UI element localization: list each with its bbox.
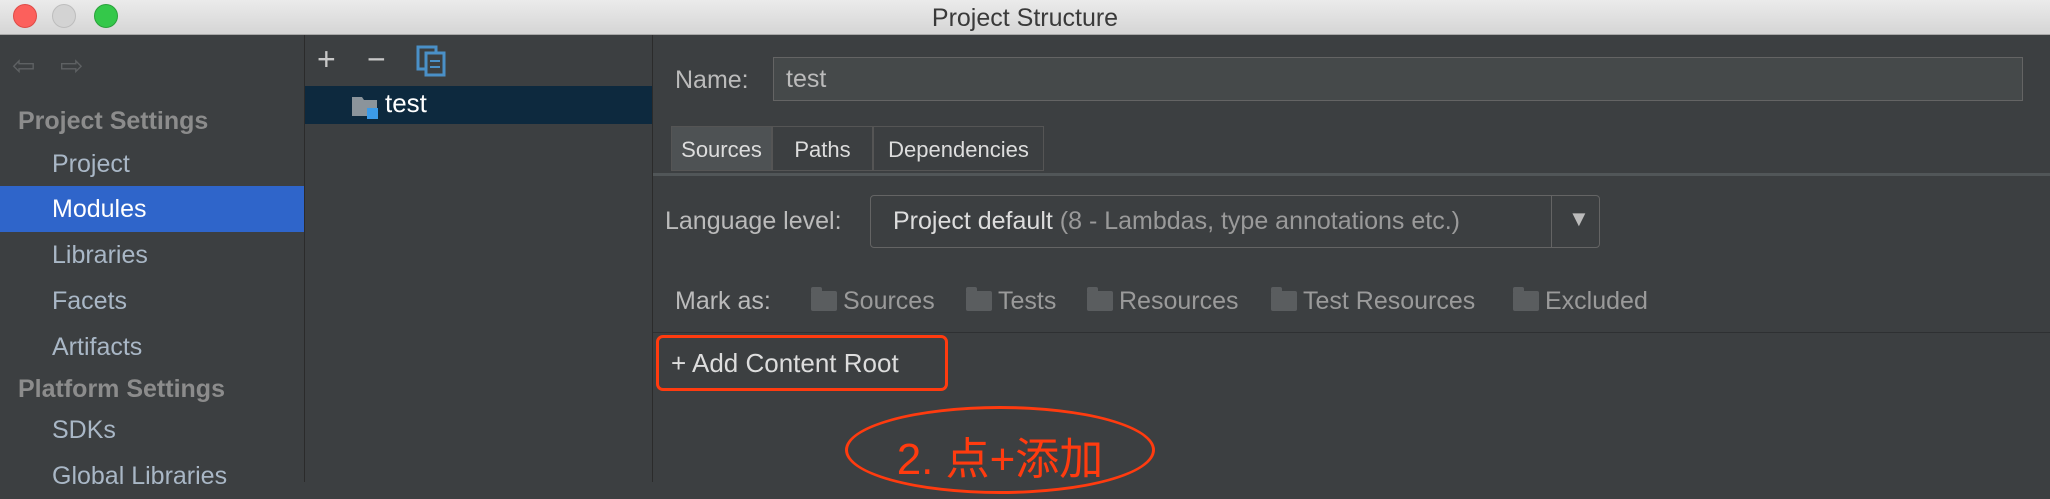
- copy-module-icon[interactable]: [415, 45, 447, 85]
- language-level-select[interactable]: Project default (8 - Lambdas, type annot…: [870, 195, 1600, 248]
- folder-icon: [1513, 287, 1539, 311]
- language-level-label: Language level:: [665, 207, 842, 235]
- module-tree-panel: + − test: [305, 35, 653, 482]
- name-label: Name:: [675, 66, 749, 94]
- module-name: test: [385, 88, 427, 118]
- sidebar-item-libraries[interactable]: Libraries: [0, 232, 304, 278]
- mark-as-excluded-button[interactable]: Excluded: [1513, 287, 1648, 316]
- mark-as-resources-button[interactable]: Resources: [1087, 287, 1239, 316]
- mark-as-tests-button[interactable]: Tests: [966, 287, 1056, 316]
- forward-arrow-icon[interactable]: ⇨: [60, 49, 83, 82]
- title-bar: Project Structure: [0, 0, 2050, 35]
- mark-as-sources-label: Sources: [843, 287, 935, 315]
- annotation-text: 2. 点+添加: [896, 435, 1104, 484]
- folder-icon: [1271, 287, 1297, 311]
- sidebar-item-modules[interactable]: Modules: [0, 186, 304, 232]
- folder-icon: [811, 287, 837, 311]
- tab-sources[interactable]: Sources: [671, 126, 772, 171]
- add-module-button[interactable]: +: [317, 41, 336, 78]
- folder-icon: [1087, 287, 1113, 311]
- combo-separator: [1551, 196, 1552, 247]
- add-content-root-button[interactable]: + Add Content Root: [671, 348, 899, 379]
- module-name-field[interactable]: test: [773, 57, 2023, 101]
- tab-divider: [653, 173, 2050, 176]
- language-level-value: Project default: [893, 207, 1053, 235]
- annotation-ellipse: 2. 点+添加: [845, 406, 1155, 494]
- add-content-root-highlight[interactable]: + Add Content Root: [656, 335, 948, 391]
- back-arrow-icon[interactable]: ⇦: [12, 49, 35, 82]
- module-settings-panel: Name: test Sources Paths Dependencies La…: [653, 35, 2050, 494]
- section-divider: [653, 332, 2050, 333]
- project-settings-heading: Project Settings: [18, 107, 209, 135]
- sidebar-item-project[interactable]: Project: [0, 141, 304, 187]
- sidebar-item-global-libraries[interactable]: Global Libraries: [0, 453, 304, 499]
- mark-as-test-resources-button[interactable]: Test Resources: [1271, 287, 1475, 316]
- window-title: Project Structure: [931, 4, 1119, 32]
- mark-as-tests-label: Tests: [998, 287, 1057, 315]
- sidebar-item-sdks[interactable]: SDKs: [0, 407, 304, 453]
- language-level-detail: (8 - Lambdas, type annotations etc.): [1059, 207, 1461, 235]
- dropdown-arrow-icon[interactable]: ▼: [1568, 206, 1590, 232]
- mark-as-resources-label: Resources: [1119, 287, 1239, 315]
- sidebar-item-artifacts[interactable]: Artifacts: [0, 324, 304, 370]
- language-level-text: Project default (8 - Lambdas, type annot…: [893, 207, 1460, 236]
- remove-module-button[interactable]: −: [367, 41, 386, 78]
- sidebar-item-facets[interactable]: Facets: [0, 278, 304, 324]
- mark-as-excluded-label: Excluded: [1545, 287, 1648, 315]
- mark-as-sources-button[interactable]: Sources: [811, 287, 935, 316]
- mark-as-label: Mark as:: [675, 287, 771, 315]
- platform-settings-heading: Platform Settings: [18, 375, 225, 403]
- folder-icon: [966, 287, 992, 311]
- settings-sidebar: ⇦ ⇨ Project Settings Project Modules Lib…: [0, 35, 305, 490]
- tab-paths[interactable]: Paths: [772, 126, 873, 171]
- module-folder-icon: [351, 94, 381, 125]
- module-tree-row[interactable]: test: [305, 86, 652, 124]
- mark-as-test-resources-label: Test Resources: [1303, 287, 1476, 315]
- tab-dependencies[interactable]: Dependencies: [873, 126, 1044, 171]
